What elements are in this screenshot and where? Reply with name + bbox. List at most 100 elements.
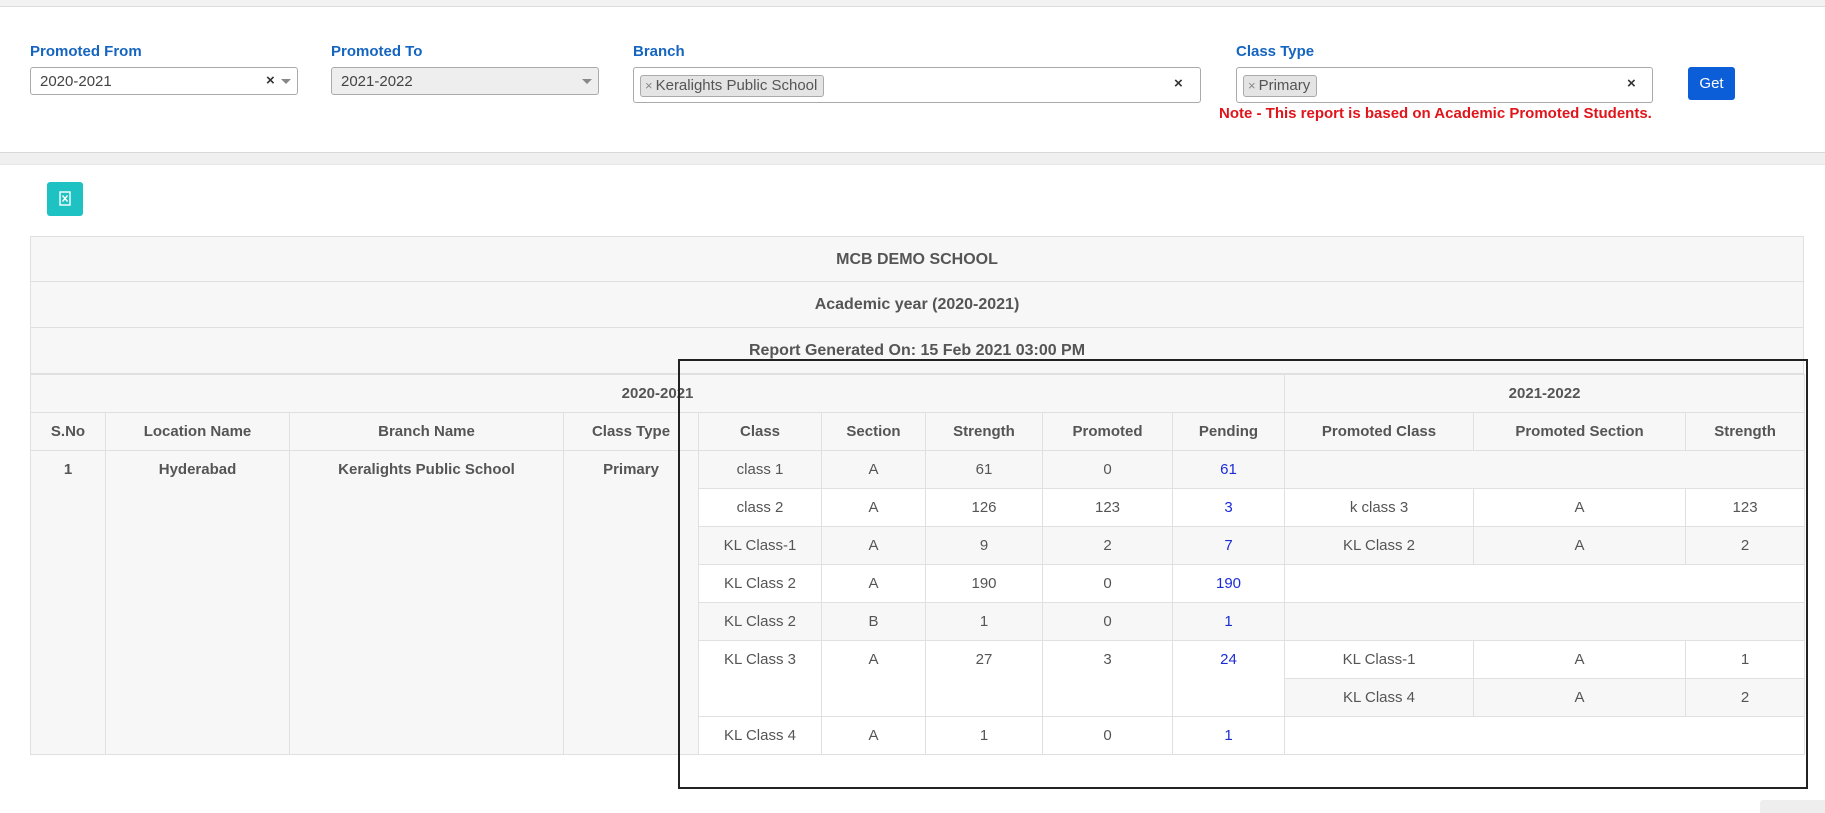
tag-remove-icon[interactable]: × <box>645 78 653 93</box>
cell-promoted-strength: 1 <box>1685 640 1806 679</box>
col-header-class: Class <box>698 412 822 451</box>
cell-strength: 9 <box>925 526 1043 565</box>
cell-empty-promotion <box>1284 564 1806 603</box>
clear-icon[interactable]: × <box>1174 75 1183 92</box>
cell-location: Hyderabad <box>105 450 290 755</box>
cell-class: KL Class 2 <box>698 602 822 641</box>
promoted-to-value: 2021-2022 <box>341 73 413 90</box>
col-header-sno: S.No <box>30 412 106 451</box>
branch-label: Branch <box>633 43 685 60</box>
report-table: 2020-2021 2021-2022 S.No Location Name B… <box>29 374 1806 755</box>
cell-strength: 1 <box>925 602 1043 641</box>
cell-branch: Keralights Public School <box>289 450 564 755</box>
cell-promoted: 0 <box>1042 602 1173 641</box>
academic-year: Academic year (2020-2021) <box>30 282 1804 328</box>
cell-section: A <box>821 450 926 489</box>
cell-section: A <box>821 716 926 755</box>
class-type-tag-label: Primary <box>1258 77 1311 94</box>
cell-strength: 61 <box>925 450 1043 489</box>
cell-pending[interactable]: 1 <box>1171 716 1286 755</box>
col-header-strength: Strength <box>925 412 1043 451</box>
col-header-promoted: Promoted <box>1042 412 1173 451</box>
scroll-corner <box>1760 800 1825 813</box>
cell-pending[interactable]: 24 <box>1171 640 1286 717</box>
section-divider <box>0 152 1825 165</box>
col-header-promoted-strength: Strength <box>1685 412 1806 451</box>
col-header-class-type: Class Type <box>563 412 699 451</box>
class-type-label: Class Type <box>1236 43 1315 60</box>
cell-promoted: 0 <box>1042 450 1173 489</box>
cell-class: class 2 <box>698 488 822 527</box>
top-strip <box>0 0 1825 7</box>
cell-empty-promotion <box>1284 602 1806 641</box>
cell-promoted: 0 <box>1042 716 1173 755</box>
cell-pending[interactable]: 3 <box>1171 488 1286 527</box>
cell-promoted-class: KL Class 4 <box>1284 678 1475 717</box>
report-note: Note - This report is based on Academic … <box>1219 105 1652 122</box>
cell-promoted-strength: 123 <box>1685 488 1806 527</box>
cell-promoted: 123 <box>1042 488 1173 527</box>
tag-remove-icon[interactable]: × <box>1248 78 1256 93</box>
promoted-from-value: 2020-2021 <box>40 73 112 90</box>
promoted-to-label: Promoted To <box>331 43 423 60</box>
cell-class: class 1 <box>698 450 822 489</box>
excel-export-button[interactable] <box>47 182 83 216</box>
cell-pending[interactable]: 7 <box>1171 526 1286 565</box>
cell-class: KL Class 3 <box>698 640 822 717</box>
school-name: MCB DEMO SCHOOL <box>30 236 1804 282</box>
cell-sno: 1 <box>30 450 106 755</box>
cell-promoted-class: k class 3 <box>1284 488 1475 527</box>
col-header-branch: Branch Name <box>289 412 564 451</box>
excel-export-icon <box>59 191 71 206</box>
cell-promoted: 2 <box>1042 526 1173 565</box>
cell-class: KL Class-1 <box>698 526 822 565</box>
group-header-to: 2021-2022 <box>1284 374 1806 413</box>
cell-promoted-strength: 2 <box>1685 526 1806 565</box>
cell-promoted-section: A <box>1473 640 1687 679</box>
cell-strength: 1 <box>925 716 1043 755</box>
cell-promoted: 0 <box>1042 564 1173 603</box>
class-type-tag[interactable]: × Primary <box>1243 75 1318 97</box>
cell-promoted-strength: 2 <box>1685 678 1806 717</box>
cell-promoted-class: KL Class 2 <box>1284 526 1475 565</box>
branch-multiselect[interactable]: × Keralights Public School × <box>633 67 1201 103</box>
col-header-pending: Pending <box>1171 412 1286 451</box>
group-header-from: 2020-2021 <box>29 374 1286 413</box>
cell-promoted-section: A <box>1473 526 1687 565</box>
class-type-multiselect[interactable]: × Primary × <box>1236 67 1653 103</box>
col-header-location: Location Name <box>105 412 290 451</box>
cell-section: A <box>821 564 926 603</box>
branch-tag-label: Keralights Public School <box>655 77 818 94</box>
cell-section: A <box>821 488 926 527</box>
col-header-section: Section <box>821 412 926 451</box>
cell-promoted: 3 <box>1042 640 1173 717</box>
cell-class: KL Class 2 <box>698 564 822 603</box>
cell-pending[interactable]: 1 <box>1171 602 1286 641</box>
cell-section: B <box>821 602 926 641</box>
chevron-down-icon <box>281 79 291 84</box>
cell-empty-promotion <box>1284 716 1806 755</box>
chevron-down-icon <box>582 79 592 84</box>
cell-promoted-class: KL Class-1 <box>1284 640 1475 679</box>
cell-pending[interactable]: 190 <box>1171 564 1286 603</box>
cell-empty-promotion <box>1284 450 1806 489</box>
filter-panel: Promoted From 2020-2021 × Promoted To 20… <box>0 7 1825 152</box>
cell-pending[interactable]: 61 <box>1171 450 1286 489</box>
report-generated: Report Generated On: 15 Feb 2021 03:00 P… <box>30 328 1804 374</box>
report-table-container: MCB DEMO SCHOOL Academic year (2020-2021… <box>29 236 1806 755</box>
cell-section: A <box>821 526 926 565</box>
branch-tag[interactable]: × Keralights Public School <box>640 75 825 97</box>
get-button[interactable]: Get <box>1688 67 1735 100</box>
cell-strength: 190 <box>925 564 1043 603</box>
col-header-promoted-section: Promoted Section <box>1473 412 1687 451</box>
promoted-from-select[interactable]: 2020-2021 × <box>30 67 298 95</box>
promoted-to-select[interactable]: 2021-2022 <box>331 67 599 95</box>
cell-section: A <box>821 640 926 717</box>
cell-promoted-section: A <box>1473 488 1687 527</box>
clear-icon[interactable]: × <box>1627 75 1636 92</box>
cell-strength: 27 <box>925 640 1043 717</box>
promoted-from-label: Promoted From <box>30 43 142 60</box>
clear-icon[interactable]: × <box>266 72 275 89</box>
cell-class-type: Primary <box>563 450 699 755</box>
cell-strength: 126 <box>925 488 1043 527</box>
